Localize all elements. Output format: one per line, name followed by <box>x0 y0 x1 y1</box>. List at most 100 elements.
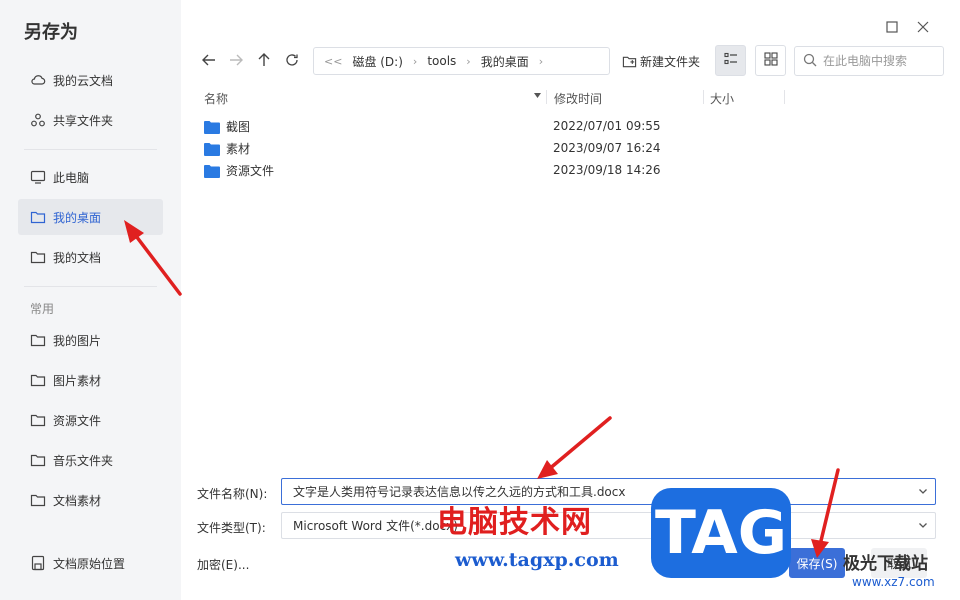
maximize-button[interactable] <box>882 18 902 38</box>
annotation-arrow-filename <box>546 416 612 472</box>
sidebar-item-my-pictures[interactable]: 我的图片 <box>18 322 163 358</box>
grid-view-button[interactable] <box>755 45 786 76</box>
sidebar-item-doc-material[interactable]: 文档素材 <box>18 482 163 518</box>
save-button[interactable]: 保存(S) <box>789 548 845 578</box>
dialog-title: 另存为 <box>24 22 78 43</box>
chevron-right-icon: › <box>412 54 418 68</box>
folder-icon <box>30 412 46 428</box>
arrow-up-icon <box>256 52 272 71</box>
file-row[interactable]: 截图 2022/07/01 09:55 <box>196 115 936 137</box>
chevron-down-icon <box>917 519 929 531</box>
filetype-select[interactable]: Microsoft Word 文件(*.docx) <box>281 512 936 539</box>
search-box[interactable] <box>794 46 944 76</box>
sidebar-item-my-documents[interactable]: 我的文档 <box>18 239 163 275</box>
sidebar-item-resource-files[interactable]: 资源文件 <box>18 402 163 438</box>
grid-view-icon <box>763 52 778 69</box>
sidebar-item-label: 资源文件 <box>53 413 102 428</box>
sidebar-item-label: 此电脑 <box>53 170 90 185</box>
sidebar-item-shared-folder[interactable]: 共享文件夹 <box>18 102 163 138</box>
annotation-arrowhead <box>537 460 558 479</box>
column-divider[interactable] <box>784 90 785 104</box>
folder-icon <box>30 209 46 225</box>
arrow-right-icon <box>228 52 244 71</box>
sidebar-item-label: 我的云文档 <box>53 73 114 88</box>
list-view-icon <box>723 52 738 69</box>
breadcrumb-item-drive[interactable]: 磁盘 (D:) <box>352 53 402 70</box>
monitor-icon <box>30 169 46 185</box>
sidebar-item-label: 音乐文件夹 <box>53 453 114 468</box>
folder-icon <box>204 164 220 178</box>
new-folder-label: 新建文件夹 <box>640 54 701 69</box>
breadcrumb[interactable]: << 磁盘 (D:) › tools › 我的桌面 › <box>313 47 610 75</box>
sidebar-divider <box>24 149 157 150</box>
sidebar-item-label: 文档素材 <box>53 493 102 508</box>
sidebar-item-label: 我的文档 <box>53 250 102 265</box>
filetype-value: Microsoft Word 文件(*.docx) <box>293 519 458 533</box>
filename-field[interactable] <box>281 478 936 505</box>
filename-input[interactable] <box>293 484 893 499</box>
encrypt-button[interactable]: 加密(E)... <box>197 556 249 573</box>
column-header-modified[interactable]: 修改时间 <box>554 90 602 107</box>
file-name: 素材 <box>226 142 251 156</box>
sidebar-item-original-location[interactable]: 文档原始位置 <box>18 545 163 581</box>
folder-icon <box>30 332 46 348</box>
chevron-right-icon: › <box>466 54 471 68</box>
column-divider[interactable] <box>546 90 547 104</box>
file-modified: 2023/09/18 14:26 <box>553 163 661 177</box>
folder-icon <box>30 492 46 508</box>
sidebar-item-label: 我的桌面 <box>53 210 102 225</box>
watermark-site-url: www.xz7.com <box>852 575 935 589</box>
search-input[interactable] <box>823 54 938 68</box>
search-icon <box>803 53 817 70</box>
column-divider[interactable] <box>703 90 704 104</box>
sidebar-item-this-pc[interactable]: 此电脑 <box>18 159 163 195</box>
sidebar-item-my-desktop[interactable]: 我的桌面 <box>18 199 163 235</box>
folder-icon <box>204 120 220 134</box>
file-row[interactable]: 素材 2023/09/07 16:24 <box>196 137 936 159</box>
folder-icon <box>30 452 46 468</box>
breadcrumb-item-desktop[interactable]: 我的桌面 <box>481 53 529 70</box>
sidebar-item-music-folder[interactable]: 音乐文件夹 <box>18 442 163 478</box>
column-header-size[interactable]: 大小 <box>710 90 734 107</box>
folder-icon <box>204 142 220 156</box>
new-folder-icon <box>622 54 637 69</box>
sidebar-item-picture-material[interactable]: 图片素材 <box>18 362 163 398</box>
path-prefix[interactable]: << <box>324 55 342 68</box>
close-icon <box>917 21 929 36</box>
filetype-label: 文件类型(T): <box>197 521 266 535</box>
chevron-down-icon[interactable] <box>917 485 929 497</box>
sidebar-item-label: 文档原始位置 <box>53 556 126 571</box>
sidebar-item-cloud-docs[interactable]: 我的云文档 <box>18 62 163 98</box>
column-header-name[interactable]: 名称 <box>204 90 228 107</box>
save-location-icon <box>30 555 46 571</box>
sidebar-item-label: 图片素材 <box>53 373 102 388</box>
watermark-text: 电脑技术网 <box>437 505 592 540</box>
file-name: 资源文件 <box>226 164 275 178</box>
new-folder-button[interactable]: 新建文件夹 <box>622 50 700 72</box>
sidebar-section-common: 常用 <box>30 302 55 316</box>
watermark-site: 极光下载站 <box>843 554 928 574</box>
file-modified: 2022/07/01 09:55 <box>553 119 661 133</box>
maximize-icon <box>886 20 898 36</box>
arrow-left-icon <box>201 52 217 71</box>
sidebar-item-label: 我的图片 <box>53 333 102 348</box>
sort-down-icon <box>533 89 542 103</box>
list-view-button[interactable] <box>715 45 746 76</box>
share-icon <box>30 112 46 128</box>
filename-label: 文件名称(N): <box>197 487 268 501</box>
breadcrumb-item-tools[interactable]: tools <box>427 54 456 68</box>
cloud-icon <box>30 72 46 88</box>
back-button[interactable] <box>198 50 220 72</box>
folder-icon <box>30 372 46 388</box>
forward-button[interactable] <box>225 50 247 72</box>
watermark-url: www.tagxp.com <box>455 549 619 571</box>
up-button[interactable] <box>253 50 275 72</box>
sidebar: 另存为 我的云文档 共享文件夹 此电脑 我的桌面 我的文档 常用 我的图片 图片… <box>0 0 181 600</box>
refresh-icon <box>284 52 300 71</box>
sidebar-divider <box>24 286 157 287</box>
file-name: 截图 <box>226 120 251 134</box>
file-row[interactable]: 资源文件 2023/09/18 14:26 <box>196 159 936 181</box>
sidebar-item-label: 共享文件夹 <box>53 113 114 128</box>
refresh-button[interactable] <box>281 50 303 72</box>
close-button[interactable] <box>913 18 933 38</box>
